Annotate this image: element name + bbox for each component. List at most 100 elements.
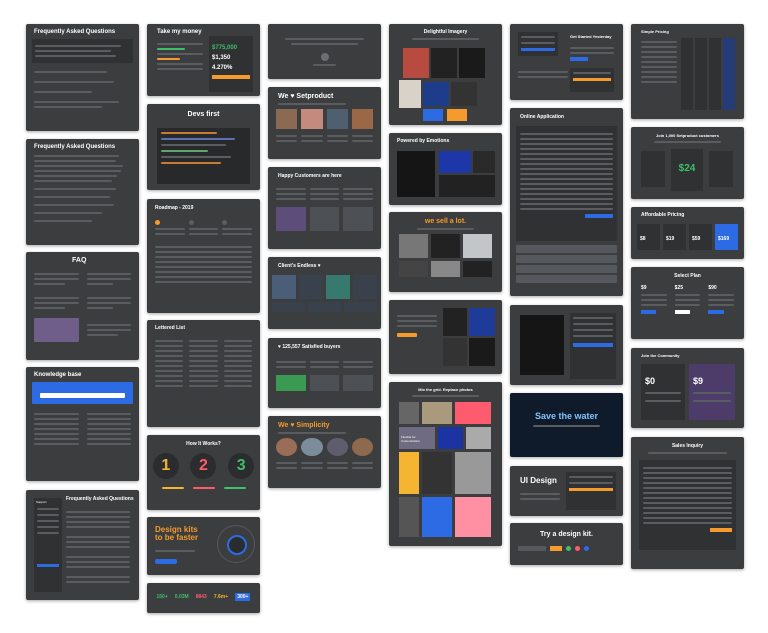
- save-the-water-card: Save the water: [510, 393, 623, 457]
- select-plan-card: Select Plan $9 $25 $90: [631, 267, 744, 339]
- happy-title: Happy Customers are here: [278, 173, 342, 179]
- simple-pricing-card: Simple Pricing: [631, 24, 744, 119]
- powered-by-emotions-card: Powered by Emotions: [389, 133, 502, 205]
- community-price-2: $9: [693, 376, 704, 386]
- support-faq-card: Support Frequently Asked Questions: [26, 490, 139, 600]
- mix-the-grid-card: Mix the grid. Replace photos Flexible fo…: [389, 382, 502, 546]
- online-application-card: Online Application: [510, 108, 623, 296]
- knowledge-title: Knowledge base: [34, 372, 82, 378]
- subscribe-button[interactable]: [550, 546, 562, 551]
- setproduct-title: We ♥ Setproduct: [278, 93, 334, 100]
- plan-title: Select Plan: [674, 273, 701, 279]
- faq-title: Frequently Asked Questions: [34, 29, 116, 35]
- search-input[interactable]: [40, 393, 125, 398]
- are-you-ready-card: [510, 305, 623, 385]
- faq-title: Frequently Asked Questions: [34, 144, 116, 150]
- price-4: $169: [718, 236, 730, 242]
- simplicity-title: We ♥ Simplicity: [278, 422, 330, 429]
- faq-card-3: FAQ: [26, 252, 139, 360]
- clients-endless-love-card: Client's Endless ♥: [268, 257, 381, 329]
- how-it-works-card: How It Works? 1 2 3: [147, 435, 260, 510]
- step-1: 1: [152, 453, 179, 479]
- social-icon[interactable]: [584, 546, 589, 551]
- concert-gallery-card: [389, 300, 502, 374]
- join-community-card: Join the Community $0 $9: [631, 348, 744, 428]
- stat-2: 0.03M: [174, 594, 189, 600]
- online-title: Online Application: [520, 114, 564, 120]
- avatar: [320, 53, 329, 61]
- endless-title: Client's Endless ♥: [278, 263, 321, 269]
- join-price: $24: [678, 163, 696, 174]
- plan-button[interactable]: [674, 310, 691, 314]
- affordable-title: Affordable Pricing: [641, 212, 685, 218]
- stats-card: 150+ 0.03M 8843 7.6m+ 300+: [147, 583, 260, 613]
- design-kits-line2: to be faster: [155, 533, 199, 542]
- signup-button[interactable]: [570, 57, 588, 61]
- stat-5: 300+: [235, 593, 251, 601]
- send-inquiry-button[interactable]: [709, 528, 732, 532]
- stat-1: 150+: [156, 594, 168, 600]
- step-2: 2: [190, 453, 217, 479]
- stat-3: 8843: [195, 594, 207, 600]
- submit-button[interactable]: [212, 75, 250, 79]
- money-title: Take my money: [157, 29, 202, 35]
- affordable-pricing-card: Affordable Pricing $8 $19 $59 $169: [631, 207, 744, 259]
- signup-title: Get Started Yesterday: [570, 34, 612, 39]
- ui-design-card: UI Design: [510, 466, 623, 516]
- we-love-simplicity-card: We ♥ Simplicity: [268, 416, 381, 488]
- plan-button[interactable]: [708, 310, 724, 314]
- social-icon[interactable]: [575, 546, 580, 551]
- signup-card: Get Started Yesterday: [510, 24, 623, 100]
- price-3: $59: [692, 236, 701, 242]
- how-title: How It Works?: [186, 441, 221, 447]
- faq-card-1: Frequently Asked Questions: [26, 24, 139, 131]
- submit-application-button[interactable]: [585, 214, 613, 218]
- plan-button[interactable]: [641, 310, 657, 314]
- money-value-1: $775,000: [212, 45, 238, 51]
- take-my-money-card: Take my money $775,000 $1,350 4.270%: [147, 24, 260, 96]
- testimonial-card: [268, 24, 381, 79]
- roadmap-title: Roadmap - 2019: [155, 205, 194, 211]
- uidesign-title: UI Design: [520, 476, 557, 485]
- sales-title: Sales Inquiry: [671, 443, 704, 449]
- join-title: Join 1,000 Setproduct customers: [656, 133, 719, 138]
- grid-caption: Flexible for Customization: [401, 435, 421, 443]
- pricing1-title: Simple Pricing: [641, 29, 669, 34]
- support-label: Support: [36, 500, 47, 504]
- lettered-list-card: Lettered List: [147, 320, 260, 427]
- roadmap-card: Roadmap - 2019: [147, 199, 260, 313]
- we-love-setproduct-card: We ♥ Setproduct: [268, 87, 381, 159]
- lettered-title: Lettered List: [155, 325, 186, 331]
- faq-title: FAQ: [72, 257, 87, 264]
- money-value-2: $1,350: [212, 55, 231, 61]
- plan-price-3: $90: [708, 285, 717, 291]
- faq-card-2: Frequently Asked Questions: [26, 139, 139, 245]
- delightful-imagery-card: Delightful Imagery: [389, 24, 502, 125]
- social-icon[interactable]: [566, 546, 571, 551]
- satisfied-title: ♥ 125,557 Satisfied buyers: [278, 344, 341, 350]
- email-field[interactable]: [518, 546, 546, 551]
- cta-button[interactable]: [155, 559, 177, 564]
- we-sell-a-lot-card: we sell a lot.: [389, 212, 502, 292]
- sell-title: we sell a lot.: [424, 218, 467, 225]
- plan-price-1: $9: [641, 285, 647, 291]
- devs-first-card: Devs first: [147, 104, 260, 190]
- devs-title: Devs first: [187, 111, 220, 118]
- happy-customers-card: Happy Customers are here: [268, 167, 381, 249]
- trykit-title: Try a design kit.: [540, 531, 593, 538]
- step-3: 3: [228, 453, 255, 479]
- water-title: Save the water: [534, 411, 599, 421]
- knowledge-base-card: Knowledge base: [26, 367, 139, 481]
- try-a-design-kit-card: Try a design kit.: [510, 523, 623, 565]
- sales-inquiry-card: Sales Inquiry: [631, 437, 744, 569]
- grid-title: Mix the grid. Replace photos: [418, 387, 473, 392]
- community-price-1: $0: [645, 376, 656, 386]
- price-1: $8: [640, 236, 646, 242]
- price-2: $19: [666, 236, 675, 242]
- support-title: Frequently Asked Questions: [66, 496, 134, 502]
- community-title: Join the Community: [641, 353, 680, 358]
- satisfied-buyers-card: ♥ 125,557 Satisfied buyers: [268, 338, 381, 408]
- join-customers-card: Join 1,000 Setproduct customers $24: [631, 127, 744, 199]
- stat-4: 7.6m+: [213, 594, 229, 600]
- money-value-3: 4.270%: [212, 65, 233, 71]
